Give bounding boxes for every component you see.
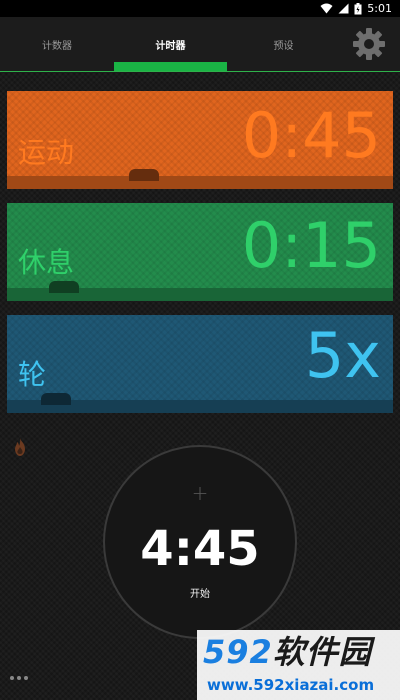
watermark: 592软件园 www.592xiazai.com (197, 630, 400, 700)
start-label[interactable]: 开始 (105, 585, 295, 600)
status-icons: 5:01 (320, 1, 392, 16)
status-bar: 5:01 (0, 0, 400, 17)
exercise-label: 运动 (18, 136, 75, 169)
dot (10, 676, 14, 680)
watermark-logo: 592软件园 (203, 633, 372, 671)
tab-presets-label: 预设 (273, 40, 294, 52)
dot (24, 676, 28, 680)
main-timer-dial[interactable]: + 4:45 开始 (103, 445, 297, 639)
exercise-card[interactable]: 运动 0:45 (7, 91, 393, 189)
exercise-slider-handle[interactable] (129, 169, 159, 181)
tab-counter-label: 计数器 (42, 40, 72, 52)
add-time-icon[interactable]: + (105, 481, 295, 505)
rounds-label: 轮 (18, 358, 47, 391)
flame-icon[interactable] (12, 438, 28, 456)
tab-bar: 计数器 计时器 预设 (0, 17, 400, 72)
rounds-count-value: 5x (304, 319, 381, 392)
rest-slider-handle[interactable] (49, 281, 79, 293)
tab-presets[interactable]: 预设 (227, 17, 340, 71)
active-tab-indicator (114, 62, 227, 71)
total-time-display: 4:45 (140, 521, 260, 577)
status-time: 5:01 (367, 2, 392, 15)
gear-icon[interactable] (350, 25, 388, 63)
rest-time-value: 0:15 (241, 209, 381, 282)
watermark-url: www.592xiazai.com (207, 676, 375, 694)
more-dots-icon[interactable] (10, 676, 28, 680)
exercise-time-value: 0:45 (241, 99, 381, 172)
tab-timer-label: 计时器 (155, 40, 186, 52)
signal-icon (338, 3, 349, 14)
dot (17, 676, 21, 680)
wifi-icon (320, 3, 333, 14)
battery-icon (354, 2, 362, 14)
rounds-slider-handle[interactable] (41, 393, 71, 405)
tab-counter[interactable]: 计数器 (0, 17, 114, 71)
rest-label: 休息 (18, 246, 75, 279)
exercise-slider-track[interactable] (7, 176, 393, 189)
rounds-card[interactable]: 轮 5x (7, 315, 393, 413)
rest-card[interactable]: 休息 0:15 (7, 203, 393, 301)
